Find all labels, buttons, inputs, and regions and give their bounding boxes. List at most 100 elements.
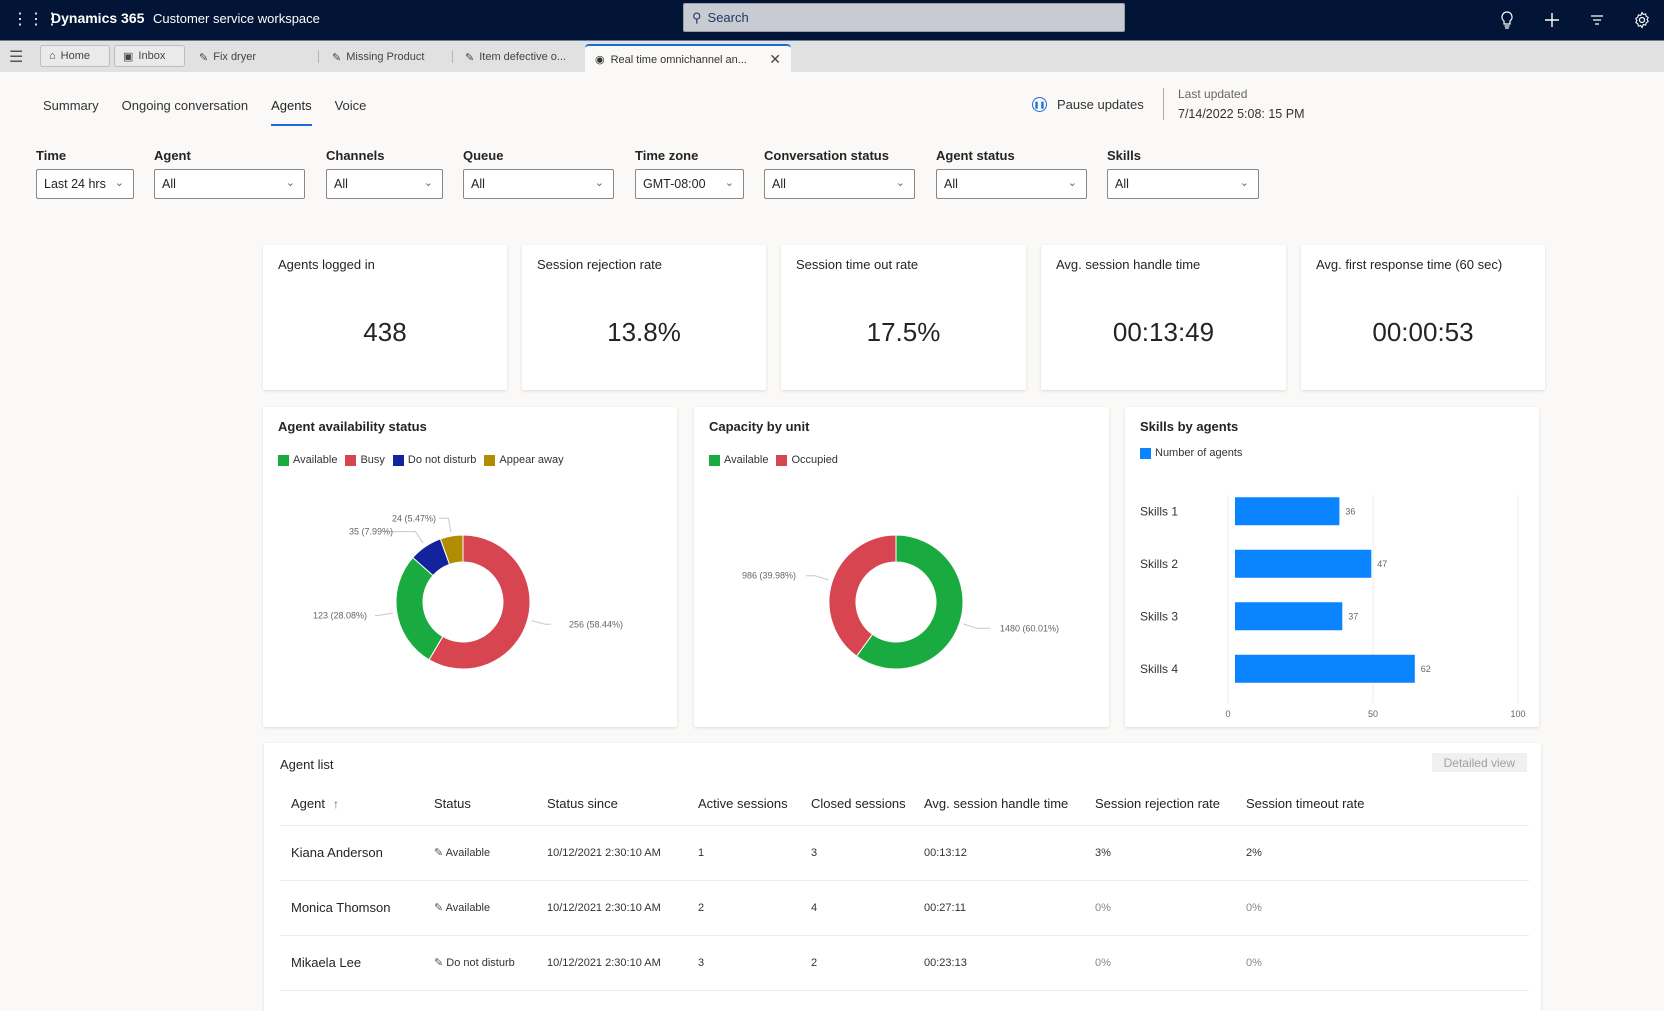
column-header-avg-session-handle-time[interactable]: Avg. session handle time — [913, 783, 1084, 826]
column-header-session-timeout-rate[interactable]: Session timeout rate — [1235, 783, 1529, 826]
table-row[interactable]: Monica Thomson ✎ Available 10/12/2021 2:30… — [280, 880, 1529, 936]
tab-missing-product[interactable]: ✎ Missing Product — [332, 47, 424, 67]
tab-item-defective[interactable]: ✎ Item defective o... — [465, 47, 566, 67]
gear-icon[interactable] — [1619, 0, 1664, 40]
agent-table: Agent ↑ Status Status since Active sessio… — [280, 783, 1529, 991]
filter-label: Agent status — [936, 148, 1015, 163]
filter-conversation-status: Conversation status All ⌄ — [764, 148, 915, 199]
kpi-session-rejection-rate: Session rejection rate 13.8% — [522, 245, 766, 390]
tab-real-time-omnichannel[interactable]: ◉ Real time omnichannel an... ✕ — [585, 44, 791, 73]
wrench-icon: ✎ — [465, 51, 475, 64]
agent-name-cell[interactable]: Mikaela Lee — [280, 935, 423, 991]
pause-updates-button[interactable]: ❚❚ Pause updates — [1032, 97, 1144, 112]
leader-line — [439, 517, 452, 533]
tab-fix-dryer[interactable]: ✎ Fix dryer — [199, 47, 256, 67]
column-header-status-since[interactable]: Status since — [536, 783, 687, 826]
agent-dropdown[interactable]: All ⌄ — [154, 169, 305, 199]
availability-donut: 256 (58.44%) 123 (28.08%) 35 (7.99%) 24 (5.… — [313, 513, 623, 670]
tab-inbox[interactable]: ▣ Inbox — [114, 45, 185, 67]
tab-label: Real time omnichannel an... — [610, 53, 747, 66]
kpi-session-time-out-rate: Session time out rate 17.5% — [781, 245, 1026, 390]
search-icon: ⚲ — [692, 9, 702, 25]
status-text: Available — [445, 847, 491, 859]
leader-line — [375, 612, 393, 616]
table-header-row: Agent ↑ Status Status since Active sessio… — [280, 783, 1529, 826]
dropdown-value: Last 24 hrs — [44, 177, 106, 191]
session-rejection-rate-cell: 0% — [1084, 935, 1235, 991]
data-label: 123 (28.08%) — [313, 610, 367, 620]
column-header-closed-sessions[interactable]: Closed sessions — [800, 783, 913, 826]
x-tick-label: 100 — [1510, 709, 1525, 719]
leader-line — [531, 620, 551, 625]
session-timeout-rate-cell: 0% — [1235, 880, 1529, 936]
pencil-icon[interactable]: ✎ — [434, 902, 446, 914]
column-label: Agent — [291, 796, 325, 812]
time-zone-dropdown[interactable]: GMT-08:00 ⌄ — [635, 169, 744, 199]
column-header-agent[interactable]: Agent ↑ — [280, 783, 423, 826]
app-launcher-icon[interactable]: ⋮⋮⋮ — [12, 10, 60, 30]
dropdown-value: GMT-08:00 — [643, 177, 706, 191]
close-tab-icon[interactable]: ✕ — [769, 51, 781, 68]
skills-dropdown[interactable]: All ⌄ — [1107, 169, 1259, 199]
agent-name-cell[interactable]: Kiana Anderson — [280, 825, 423, 881]
search-input[interactable]: ⚲ Search — [683, 3, 1125, 32]
channels-dropdown[interactable]: All ⌄ — [326, 169, 443, 199]
bar-skills-4[interactable] — [1235, 654, 1415, 683]
column-header-session-rejection-rate[interactable]: Session rejection rate — [1084, 783, 1235, 826]
y-tick-label: Skills 3 — [1140, 609, 1178, 623]
agent-availability-chart: Agent availability status Available Busy… — [263, 407, 677, 727]
donut-slice-occupied[interactable] — [828, 534, 897, 657]
session-timeout-rate-cell: 0% — [1235, 935, 1529, 991]
bar-value-label: 62 — [1421, 664, 1431, 674]
leader-line — [806, 575, 829, 581]
leader-line — [963, 623, 990, 629]
time-dropdown[interactable]: Last 24 hrs ⌄ — [36, 169, 134, 199]
kpi-value: 13.8% — [607, 317, 681, 347]
queue-dropdown[interactable]: All ⌄ — [463, 169, 614, 199]
lightbulb-icon[interactable] — [1484, 0, 1529, 40]
pencil-icon[interactable]: ✎ — [434, 847, 446, 859]
active-sessions-cell: 2 — [687, 880, 800, 936]
column-header-status[interactable]: Status — [423, 783, 536, 826]
kpi-title: Avg. session handle time — [1056, 257, 1201, 272]
agent-list-panel: Agent list Detailed view Agent ↑ Status S… — [264, 743, 1541, 1011]
agent-status-cell: ✎ Available — [423, 880, 536, 936]
home-icon: ⌂ — [49, 50, 56, 62]
data-label: 24 (5.47%) — [392, 513, 436, 523]
tab-summary[interactable]: Summary — [43, 98, 99, 126]
table-row[interactable]: Kiana Anderson ✎ Available 10/12/2021 2:30… — [280, 825, 1529, 881]
kpi-value: 17.5% — [866, 317, 941, 347]
filter-label: Channels — [326, 148, 385, 163]
tab-agents[interactable]: Agents — [271, 98, 312, 126]
filter-time: Time Last 24 hrs ⌄ — [36, 148, 134, 199]
kpi-title: Session time out rate — [796, 257, 919, 272]
tab-divider — [452, 50, 453, 63]
y-tick-label: Skills 1 — [1140, 504, 1178, 518]
avg-session-handle-time-cell: 00:13:12 — [913, 825, 1084, 881]
agent-status-dropdown[interactable]: All ⌄ — [936, 169, 1087, 199]
workspace-name[interactable]: Customer service workspace — [153, 11, 320, 26]
tab-label: Item defective o... — [479, 51, 567, 63]
pencil-icon[interactable]: ✎ — [434, 957, 446, 969]
tab-home[interactable]: ⌂ Home — [40, 45, 110, 67]
chevron-down-icon: ⌄ — [1067, 177, 1077, 189]
table-row[interactable]: Mikaela Lee ✎ Do not disturb 10/12/2021 2:… — [280, 935, 1529, 991]
column-header-active-sessions[interactable]: Active sessions — [687, 783, 800, 826]
tab-voice[interactable]: Voice — [335, 98, 367, 126]
kpi-title: Session rejection rate — [537, 257, 663, 272]
plus-icon[interactable] — [1529, 0, 1574, 40]
filter-label: Skills — [1107, 148, 1141, 163]
bar-skills-2[interactable] — [1235, 549, 1372, 578]
hamburger-menu-icon[interactable]: ☰ — [9, 47, 23, 67]
session-tab-bar: ☰ ⌂ Home ▣ Inbox ✎ Fix dryer ✎ Missing P… — [0, 40, 1664, 73]
kpi-value: 438 — [363, 317, 407, 347]
skills-bar-chart: 0 50 100 Skills 1 36 Skills 2 47 Skills 3 37 Skil… — [1140, 495, 1526, 719]
filter-icon[interactable] — [1574, 0, 1619, 40]
bar-skills-1[interactable] — [1235, 497, 1340, 526]
status-since-cell: 10/12/2021 2:30:10 AM — [536, 825, 687, 881]
detailed-view-button[interactable]: Detailed view — [1431, 753, 1527, 772]
agent-name-cell[interactable]: Monica Thomson — [280, 880, 423, 936]
bar-skills-3[interactable] — [1235, 602, 1343, 631]
conversation-status-dropdown[interactable]: All ⌄ — [764, 169, 915, 199]
tab-ongoing-conversation[interactable]: Ongoing conversation — [122, 98, 248, 126]
